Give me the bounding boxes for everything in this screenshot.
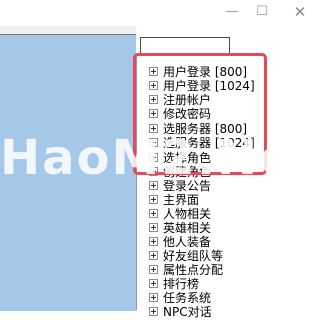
title-bar: — ☐ ✕ [0,0,331,26]
tree-item-label: NPC对话 [163,304,212,319]
expand-icon[interactable] [149,222,158,232]
close-button[interactable]: ✕ [292,4,308,20]
expand-icon[interactable] [149,292,158,302]
expand-icon[interactable] [149,264,158,274]
left-panel-header [0,26,136,34]
expand-icon[interactable] [149,208,158,218]
expand-icon[interactable] [149,194,158,204]
expand-icon[interactable] [149,236,158,246]
maximize-button[interactable]: ☐ [254,4,270,20]
expand-icon[interactable] [149,278,158,288]
minimize-button[interactable]: — [224,4,240,20]
expand-icon[interactable] [149,306,158,316]
tree-item[interactable]: NPC对话 [149,304,212,319]
expand-icon[interactable] [149,250,158,260]
watermark-text: HaoM2.Net [0,130,319,186]
app-window: — ☐ ✕ 用户登录 [800] 用户登录 [1024] 注册帐户 修改密码 选服务器 … [0,0,331,319]
